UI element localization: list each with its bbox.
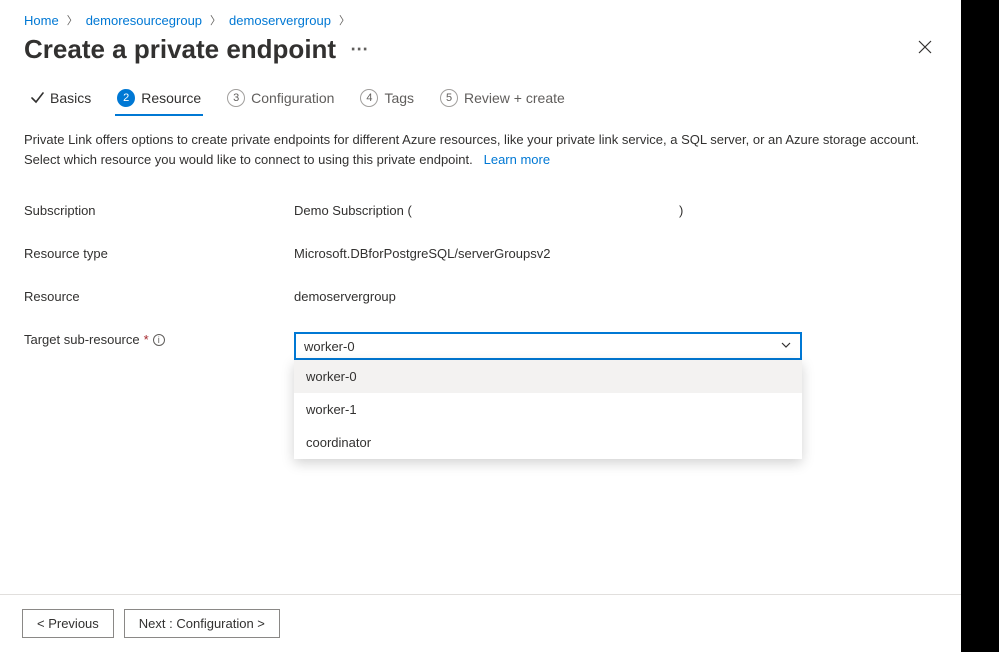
wizard-tabs: Basics 2 Resource 3 Configuration 4 Tags… [24, 89, 936, 116]
field-value: demoservergroup [294, 289, 936, 304]
dropdown-option-worker-1[interactable]: worker-1 [294, 393, 802, 426]
subscription-value-suffix: ) [679, 203, 683, 218]
tab-label: Configuration [251, 90, 334, 106]
tab-number: 5 [440, 89, 458, 107]
field-value: Microsoft.DBforPostgreSQL/serverGroupsv2 [294, 246, 936, 261]
field-value: Demo Subscription ( ) [294, 203, 936, 218]
learn-more-link[interactable]: Learn more [484, 152, 550, 167]
dropdown-selected-value: worker-0 [304, 339, 355, 354]
check-icon [30, 91, 44, 105]
field-label: Subscription [24, 203, 294, 218]
field-control: worker-0 worker-0 worker-1 coordinator [294, 332, 936, 360]
field-label: Resource [24, 289, 294, 304]
tab-configuration[interactable]: 3 Configuration [227, 89, 334, 115]
tab-label: Tags [384, 90, 414, 106]
page-header: Create a private endpoint ⋯ [24, 34, 936, 65]
target-sub-resource-dropdown[interactable]: worker-0 [294, 332, 802, 360]
tab-label: Basics [50, 90, 91, 106]
info-icon[interactable]: i [153, 334, 165, 346]
next-button[interactable]: Next : Configuration > [124, 609, 280, 638]
field-label-text: Target sub-resource [24, 332, 140, 347]
subscription-value-prefix: Demo Subscription ( [294, 203, 412, 218]
tab-number: 2 [117, 89, 135, 107]
tab-label: Review + create [464, 90, 565, 106]
chevron-right-icon: 〉 [210, 12, 221, 28]
tab-number: 4 [360, 89, 378, 107]
field-resource-type: Resource type Microsoft.DBforPostgreSQL/… [24, 232, 936, 275]
chevron-right-icon: 〉 [339, 12, 350, 28]
tab-resource[interactable]: 2 Resource [117, 89, 201, 115]
breadcrumb-item-servergroup[interactable]: demoservergroup [229, 13, 331, 28]
window-edge [961, 0, 999, 652]
breadcrumb: Home 〉 demoresourcegroup 〉 demoservergro… [24, 12, 936, 28]
chevron-down-icon [780, 339, 792, 354]
dropdown-option-coordinator[interactable]: coordinator [294, 426, 802, 459]
page-title-text: Create a private endpoint [24, 34, 336, 65]
previous-button[interactable]: < Previous [22, 609, 114, 638]
breadcrumb-item-resourcegroup[interactable]: demoresourcegroup [86, 13, 202, 28]
more-actions-icon[interactable]: ⋯ [350, 39, 370, 60]
chevron-right-icon: 〉 [67, 12, 78, 28]
tab-description: Private Link offers options to create pr… [24, 130, 924, 169]
required-indicator: * [144, 332, 149, 347]
breadcrumb-item-home[interactable]: Home [24, 13, 59, 28]
field-label: Resource type [24, 246, 294, 261]
tab-tags[interactable]: 4 Tags [360, 89, 414, 115]
close-icon[interactable] [914, 36, 936, 63]
tab-label: Resource [141, 90, 201, 106]
wizard-footer: < Previous Next : Configuration > [0, 594, 961, 652]
dropdown-option-worker-0[interactable]: worker-0 [294, 360, 802, 393]
tab-review-create[interactable]: 5 Review + create [440, 89, 565, 115]
tab-number: 3 [227, 89, 245, 107]
field-subscription: Subscription Demo Subscription ( ) [24, 189, 936, 232]
field-target-sub-resource: Target sub-resource * i worker-0 worker-… [24, 318, 936, 374]
page-title: Create a private endpoint ⋯ [24, 34, 370, 65]
tab-basics[interactable]: Basics [30, 89, 91, 115]
description-text: Private Link offers options to create pr… [24, 132, 919, 167]
dropdown-menu: worker-0 worker-1 coordinator [294, 360, 802, 459]
field-resource: Resource demoservergroup [24, 275, 936, 318]
field-label: Target sub-resource * i [24, 332, 294, 347]
